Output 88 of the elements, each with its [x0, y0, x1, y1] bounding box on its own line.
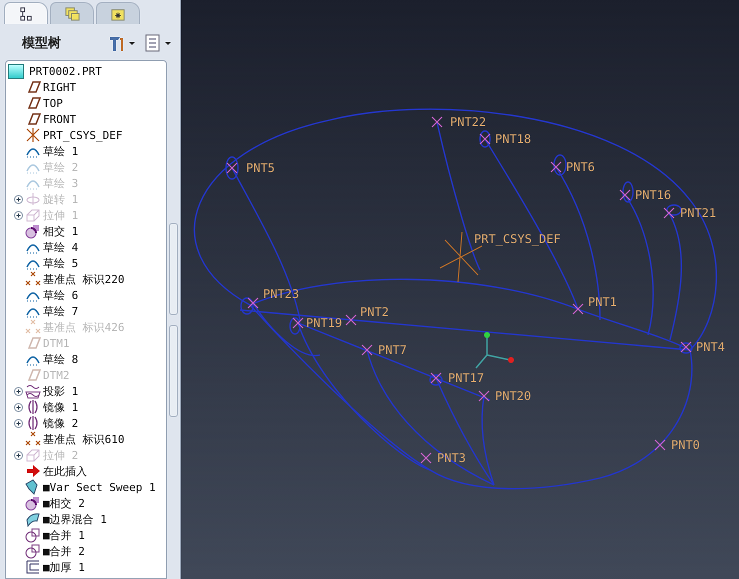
point-label: PNT18	[495, 132, 532, 146]
tree-item[interactable]: 草绘 4	[43, 240, 78, 254]
extrude-icon	[25, 207, 41, 223]
point-marker-icon	[478, 390, 490, 402]
insert-icon	[25, 463, 41, 479]
tree-item[interactable]: RIGHT	[43, 80, 76, 94]
tree-item[interactable]: PRT_CSYS_DEF	[43, 128, 122, 142]
tree-item[interactable]: 投影 1	[43, 384, 78, 398]
point-label: PNT2	[360, 305, 389, 319]
merge-icon	[25, 527, 41, 543]
tree-item[interactable]: 草绘 1	[43, 144, 78, 158]
plane-icon	[25, 335, 41, 351]
tree-item[interactable]: TOP	[43, 96, 63, 110]
point-label: PNT4	[696, 340, 725, 354]
point-marker-icon	[550, 161, 562, 173]
tree-item[interactable]: ■Var Sect Sweep 1	[43, 480, 156, 494]
tree-item[interactable]: ■边界混合 1	[43, 512, 107, 526]
intersect-icon	[25, 223, 41, 239]
point-label: PNT0	[671, 438, 700, 452]
expand-icon[interactable]	[14, 386, 23, 396]
settings-dropdown[interactable]	[108, 34, 138, 52]
extrude-icon	[25, 447, 41, 463]
point-label: PNT20	[495, 389, 532, 403]
point-label: PNT16	[635, 188, 672, 202]
point-marker-icon	[654, 439, 666, 451]
layers-icon	[64, 6, 80, 22]
point-marker-icon	[361, 344, 373, 356]
point-label: PNT5	[246, 161, 275, 175]
tree-item[interactable]: 镜像 2	[43, 416, 78, 430]
point-icon	[25, 271, 41, 287]
revolve-icon	[25, 191, 41, 207]
tree-item[interactable]: 基准点 标识220	[43, 272, 124, 286]
expand-icon[interactable]	[14, 210, 23, 220]
point-label: PNT22	[450, 115, 486, 129]
expand-icon[interactable]	[14, 402, 23, 412]
thicken-icon	[25, 559, 41, 575]
expand-icon[interactable]	[14, 194, 23, 204]
tree-item[interactable]: PRT0002.PRT	[29, 64, 102, 78]
point-marker-icon	[680, 341, 692, 353]
point-label: PNT19	[306, 316, 342, 330]
plane-icon	[25, 95, 41, 111]
tree-item[interactable]: 基准点 标识610	[43, 432, 124, 446]
point-marker-icon	[292, 317, 304, 329]
tree-item[interactable]: FRONT	[43, 112, 76, 126]
tree-item[interactable]: 草绘 7	[43, 304, 78, 318]
tree-item[interactable]: ■相交 2	[43, 496, 85, 510]
point-icon	[25, 431, 41, 447]
tree-item[interactable]: 镜像 1	[43, 400, 78, 414]
tree-item[interactable]: 草绘 6	[43, 288, 78, 302]
point-marker-icon	[226, 162, 238, 174]
part-icon	[8, 64, 24, 78]
merge-icon	[25, 543, 41, 559]
tree-item[interactable]: ■加厚 1	[43, 560, 85, 574]
point-marker-icon	[572, 303, 584, 315]
intersect-icon	[25, 495, 41, 511]
point-label: PNT17	[448, 371, 484, 385]
blend-icon	[25, 511, 41, 527]
expand-icon[interactable]	[14, 450, 23, 460]
collapse-handle[interactable]	[169, 222, 178, 314]
point-marker-icon	[420, 452, 432, 464]
navigator-tab[interactable]	[4, 2, 48, 24]
tree-item[interactable]: 草绘 5	[43, 256, 78, 270]
plane-icon	[25, 79, 41, 95]
axis-triad-icon	[475, 332, 514, 369]
expand-icon[interactable]	[14, 418, 23, 428]
point-marker-icon	[431, 116, 443, 128]
show-dropdown[interactable]	[144, 34, 174, 52]
tree-item[interactable]: ■合并 1	[43, 528, 85, 542]
collapse-handle[interactable]	[169, 324, 178, 416]
csys-icon	[25, 127, 41, 143]
point-marker-icon	[619, 189, 631, 201]
tree-icon	[18, 6, 34, 22]
tree-item[interactable]: 在此插入	[43, 464, 87, 478]
point-marker-icon	[345, 314, 357, 326]
tree-item[interactable]: 草绘 8	[43, 352, 78, 366]
tree-item[interactable]: ■合并 2	[43, 544, 85, 558]
plane-icon	[25, 111, 41, 127]
point-label: PNT7	[378, 343, 407, 357]
panel-title: 模型树	[22, 35, 61, 52]
tree-item[interactable]: 相交 1	[43, 224, 78, 238]
point-marker-icon	[247, 297, 259, 309]
plane-icon	[25, 367, 41, 383]
projection-icon	[25, 383, 41, 399]
point-label: PNT6	[566, 160, 595, 174]
point-marker-icon	[479, 133, 491, 145]
point-marker-icon	[663, 207, 675, 219]
point-marker-icon	[430, 372, 442, 384]
point-icon	[25, 319, 41, 335]
